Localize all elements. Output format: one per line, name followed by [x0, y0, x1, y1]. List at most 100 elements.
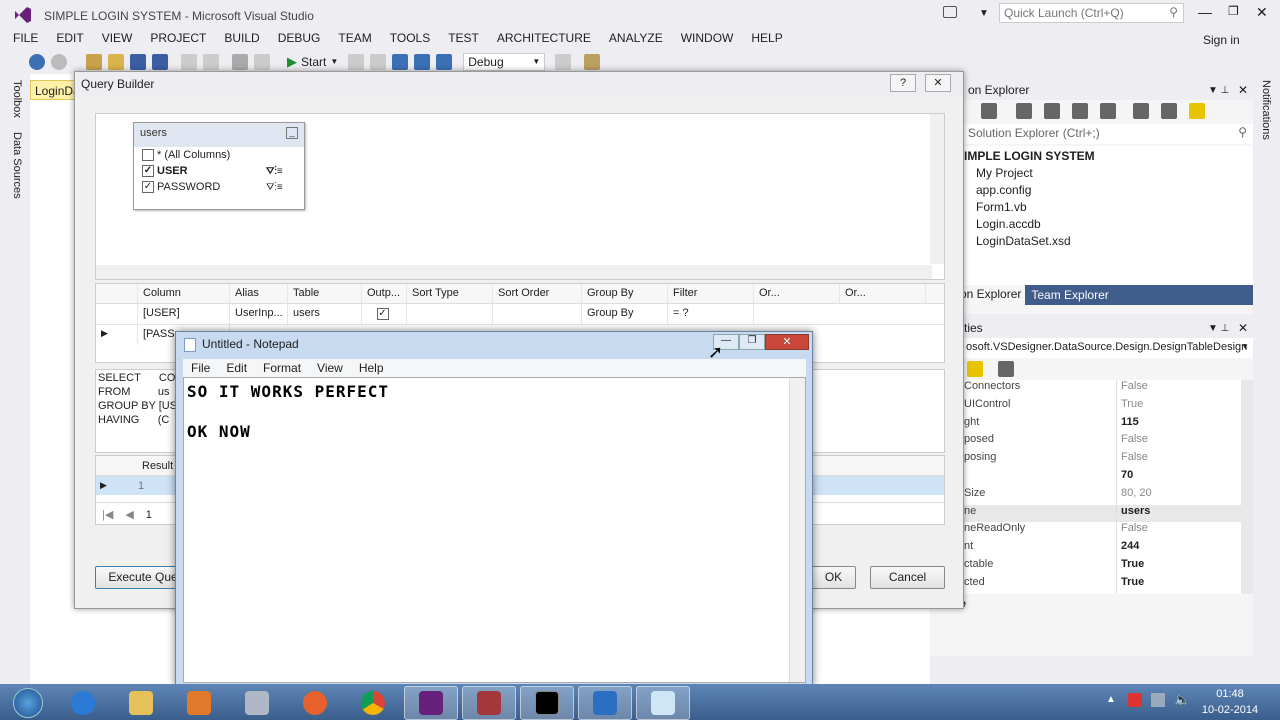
maximize-button[interactable]: ❐ [739, 334, 765, 350]
start-button[interactable]: ▶ Start ▼ [287, 54, 338, 70]
property-row[interactable]: ne users [960, 504, 1253, 523]
close-button[interactable]: ✕ [765, 334, 809, 350]
pause-icon[interactable] [348, 53, 365, 70]
menu-view[interactable]: VIEW [93, 30, 142, 49]
tree-item-login-accdb[interactable]: Login.accdb [964, 217, 1253, 234]
open-icon[interactable] [108, 53, 124, 70]
minimize-icon[interactable]: _ [286, 127, 298, 139]
quick-launch-box[interactable]: Quick Launch (Ctrl+Q) ⚲ [999, 3, 1184, 23]
table-users[interactable]: users _ * (All Columns) ✓ USER ⛛⁝≡ ✓ PAS… [133, 122, 305, 210]
taskbar-app[interactable] [346, 686, 400, 720]
first-page-icon[interactable]: |◀ [96, 508, 119, 521]
results-cell[interactable]: 1 [136, 480, 144, 492]
filter-icon[interactable]: ▼ [979, 8, 989, 19]
stop-icon[interactable] [370, 53, 387, 70]
home-icon[interactable] [981, 103, 997, 119]
taskbar-app[interactable] [578, 685, 632, 720]
taskbar-app[interactable] [172, 686, 226, 720]
property-row[interactable]: Size 80, 20 [960, 486, 1253, 505]
refresh-icon[interactable] [1044, 103, 1060, 119]
data-sources-tab[interactable]: Data Sources [11, 132, 23, 199]
properties-scrollbar[interactable] [1241, 380, 1253, 594]
redo-icon[interactable] [254, 53, 270, 70]
toolbox-tab[interactable]: Toolbox [11, 80, 23, 118]
close-button[interactable]: ✕ [1256, 4, 1268, 21]
clock[interactable]: 01:48 10-02-2014 [1195, 686, 1265, 718]
solution-search-box[interactable]: Solution Explorer (Ctrl+;) ⚲ [930, 124, 1253, 144]
tree-item-app-config[interactable]: app.config [964, 183, 1253, 200]
notepad-menu-edit[interactable]: Edit [218, 359, 255, 377]
column-password[interactable]: ✓ PASSWORD ⛛⁝≡ [134, 179, 304, 195]
menu-tools[interactable]: TOOLS [381, 30, 439, 49]
property-row[interactable]: nt 244 [960, 540, 1253, 558]
menu-build[interactable]: BUILD [215, 30, 268, 49]
refresh-icon[interactable] [555, 53, 572, 70]
menu-debug[interactable]: DEBUG [269, 30, 330, 49]
property-row[interactable]: ght 115 [960, 415, 1253, 434]
copy-icon[interactable] [203, 53, 219, 70]
property-row[interactable]: 70 [960, 468, 1253, 487]
menu-analyze[interactable]: ANALYZE [600, 30, 672, 49]
property-row[interactable]: posed False [960, 433, 1253, 452]
sign-in-link[interactable]: Sign in [1203, 33, 1240, 47]
table-row[interactable]: [USER] UserInp... users ✓ Group By = ? [96, 304, 944, 325]
property-row[interactable]: UIControl True [960, 397, 1253, 416]
menu-edit[interactable]: EDIT [47, 30, 92, 49]
checkbox[interactable] [142, 149, 154, 161]
cell[interactable]: users [288, 304, 362, 324]
menu-help[interactable]: HELP [742, 30, 791, 49]
minimize-button[interactable]: — [1198, 4, 1212, 20]
cell[interactable]: = ? [668, 304, 754, 324]
close-icon[interactable]: ✕ [1238, 321, 1248, 335]
property-row[interactable]: cted True [960, 575, 1253, 594]
vertical-scrollbar[interactable] [930, 114, 944, 264]
page-number[interactable]: 1 [140, 509, 158, 521]
categorized-icon[interactable] [967, 361, 983, 377]
collapse-icon[interactable] [1072, 103, 1088, 119]
taskbar-app[interactable] [114, 686, 168, 720]
taskbar-app[interactable] [56, 686, 110, 720]
view-code-icon[interactable] [1133, 103, 1149, 119]
tray-arrow-icon[interactable]: ▲ [1106, 694, 1116, 705]
maximize-button[interactable]: ❐ [1228, 4, 1239, 18]
menu-test[interactable]: TEST [439, 30, 488, 49]
notepad-menu-file[interactable]: File [183, 359, 218, 377]
tree-item-my-project[interactable]: My Project [964, 166, 1253, 183]
property-row[interactable]: ctable True [960, 557, 1253, 576]
help-button[interactable]: ? [890, 74, 916, 92]
feedback-icon[interactable] [943, 6, 957, 18]
start-button[interactable] [4, 686, 52, 720]
checkbox-checked[interactable]: ✓ [142, 165, 154, 177]
config-dropdown[interactable]: Debug ▼ [463, 52, 546, 71]
preview-icon[interactable] [1189, 103, 1205, 119]
tree-item-form1[interactable]: Form1.vb [964, 200, 1253, 217]
property-row[interactable]: neReadOnly False [960, 522, 1253, 541]
cut-icon[interactable] [181, 53, 197, 70]
taskbar-app[interactable] [636, 685, 690, 720]
taskbar-app[interactable] [288, 686, 342, 720]
step-icon[interactable] [392, 53, 409, 70]
menu-window[interactable]: WINDOW [672, 30, 743, 49]
table-header[interactable]: users _ [134, 123, 304, 147]
close-icon[interactable]: ✕ [1238, 83, 1248, 97]
undo-icon[interactable] [232, 53, 248, 70]
checkbox-checked[interactable]: ✓ [376, 308, 389, 320]
pin-icon[interactable]: ▼ ⊥ [1208, 85, 1229, 96]
row-pointer[interactable]: ▶ [96, 325, 138, 345]
volume-icon[interactable]: 🔈 [1174, 692, 1190, 708]
network-icon[interactable] [1151, 693, 1165, 707]
cancel-button[interactable]: Cancel [870, 566, 945, 589]
tree-item-dataset[interactable]: LoginDataSet.xsd [964, 234, 1253, 251]
output-checkbox[interactable]: ✓ [362, 304, 407, 324]
menu-team[interactable]: TEAM [329, 30, 380, 49]
find-icon[interactable] [584, 53, 601, 70]
pin-icon[interactable]: ▼ ⊥ [1208, 323, 1229, 334]
close-button[interactable]: ✕ [925, 74, 951, 92]
taskbar-app[interactable] [230, 686, 284, 720]
menu-file[interactable]: FILE [4, 30, 47, 49]
new-project-icon[interactable] [86, 53, 102, 70]
sync-icon[interactable] [1016, 103, 1032, 119]
notifications-tab[interactable]: Notifications [1260, 80, 1272, 140]
cell[interactable]: UserInp... [230, 304, 288, 324]
forward-icon[interactable] [51, 53, 67, 70]
